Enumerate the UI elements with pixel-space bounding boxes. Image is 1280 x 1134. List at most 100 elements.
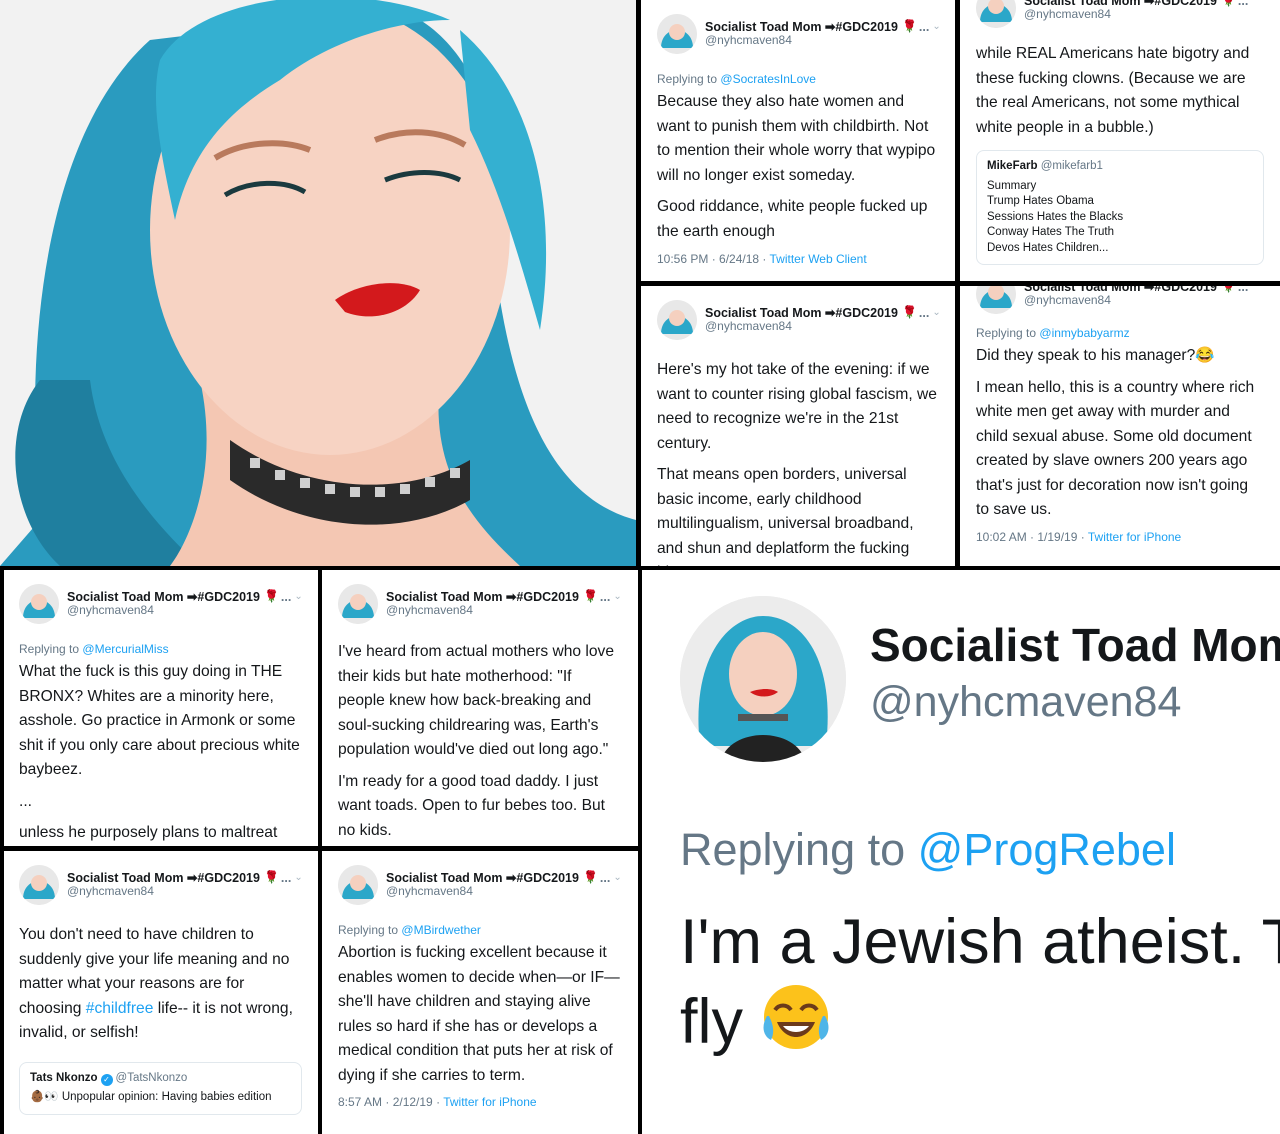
avatar[interactable] (657, 14, 697, 54)
name-suffix: #GDC2019 (835, 305, 898, 320)
handle[interactable]: @nyhcmaven84 (1024, 293, 1248, 308)
rose-icon: 🌹 (582, 870, 598, 885)
tweet-header: Socialist Toad Mom ➡ #GDC2019 🌹... ⌄ @nyhcm… (657, 12, 941, 56)
tweet-card: Socialist Toad Mom ➡ #GDC2019 🌹... @nyhcma… (960, 286, 1280, 566)
chevron-down-icon[interactable]: ⌄ (932, 21, 940, 33)
tweet-text: Abortion is fucking excellent because it… (338, 944, 620, 1084)
portrait-photo (0, 0, 636, 566)
avatar[interactable] (976, 0, 1016, 28)
chevron-down-icon[interactable]: ⌄ (613, 872, 621, 884)
tweet-card: Socialist Toad Mom ➡ #GDC2019 🌹... ⌄ @nyhcm… (641, 0, 955, 281)
client-link[interactable]: Twitter for iPhone (443, 1095, 536, 1109)
tweet-header: Socialist Toad Mom ➡ #GDC2019 🌹... ⌄ @nyhcm… (19, 582, 303, 626)
tweet-text: while REAL Americans hate bigotry and th… (976, 45, 1250, 136)
tweet-text: Here's my hot take of the evening: if we… (657, 361, 937, 566)
reply-mention-link[interactable]: @ProgRebel (918, 824, 1176, 875)
tweet-header: Socialist Toad Mom ➡ #GDC2019 🌹... ⌄ @nyhcm… (338, 582, 622, 626)
quoted-tweet[interactable]: MikeFarb @mikefarb1 Summary Trump Hates … (976, 150, 1264, 265)
chevron-down-icon[interactable]: ⌄ (294, 591, 302, 603)
tweet-card: Socialist Toad Mom ➡ #GDC2019 🌹... ⌄ @nyhcm… (4, 570, 318, 846)
avatar[interactable] (338, 865, 378, 905)
soon-arrow-icon: ➡ (183, 589, 198, 604)
hashtag-link[interactable]: #childfree (86, 1000, 154, 1017)
name-suffix: #GDC2019 (835, 19, 898, 34)
soon-arrow-icon: ➡ (1140, 286, 1155, 294)
tweet-header: Socialist Toad Mom ➡ #GDC2019 🌹... ⌄ @nyhcm… (338, 863, 622, 907)
reply-mention-link[interactable]: @MercurialMiss (82, 642, 168, 656)
replying-to: Replying to @MercurialMiss (19, 642, 169, 656)
avatar[interactable] (976, 286, 1016, 314)
tweet-text: What the fuck is this guy doing in THE B… (19, 663, 300, 841)
client-link[interactable]: Twitter for iPhone (1088, 530, 1181, 544)
handle[interactable]: @nyhcmaven84 (705, 319, 939, 334)
name-suffix: #GDC2019 (516, 589, 579, 604)
soon-arrow-icon: ➡ (502, 870, 517, 885)
rose-icon: 🌹 (263, 870, 279, 885)
tweet-card: Socialist Toad Mom ➡ #GDC2019 🌹... ⌄ @nyhcm… (641, 286, 955, 566)
handle[interactable]: @nyhcmaven84 (67, 603, 302, 618)
tweet-card: Socialist Toad Mom ➡ #GDC2019 🌹... ⌄ @nyhcm… (322, 570, 638, 846)
tweet-meta: 8:57 AM · 2/12/19 · Twitter for iPhone (338, 1095, 537, 1109)
avatar[interactable] (338, 584, 378, 624)
tweet-text: You don't need to have children to sudde… (19, 926, 293, 1041)
avatar[interactable] (19, 865, 59, 905)
handle[interactable]: @nyhcmaven84 (870, 678, 1181, 727)
soon-arrow-icon: ➡ (821, 305, 836, 320)
tweet-text: I've heard from actual mothers who love … (338, 643, 614, 839)
soon-arrow-icon: ➡ (502, 589, 517, 604)
chevron-down-icon[interactable]: ⌄ (613, 591, 621, 603)
rose-icon: 🌹 (582, 589, 598, 604)
avatar[interactable] (19, 584, 59, 624)
name-suffix: #GDC2019 (516, 870, 579, 885)
handle[interactable]: @nyhcmaven84 (67, 884, 302, 899)
rose-icon: 🌹 (901, 19, 917, 34)
tweet-header: Socialist Toad Mom ➡ #GDC2019 🌹... @nyhcma… (976, 0, 1264, 30)
soon-arrow-icon: ➡ (1140, 0, 1155, 8)
quoted-tweet[interactable]: Tats Nkonzo ✓ @TatsNkonzo 👶🏾👀 Unpopular op… (19, 1061, 302, 1115)
tweet-meta: 10:02 AM · 1/19/19 · Twitter for iPhone (976, 529, 1182, 544)
replying-to: Replying to @inmybabyarmz (976, 326, 1130, 340)
zoomed-tweet-panel: Socialist Toad Mom @nyhcmaven84 Replying… (642, 570, 1280, 1134)
tweet-card: Socialist Toad Mom ➡ #GDC2019 🌹... ⌄ @nyhcm… (4, 851, 318, 1134)
rose-icon: 🌹 (1220, 286, 1236, 294)
handle[interactable]: @nyhcmaven84 (386, 884, 622, 899)
handle[interactable]: @nyhcmaven84 (386, 603, 622, 618)
tweet-card: Socialist Toad Mom ➡ #GDC2019 🌹... @nyhcma… (960, 0, 1280, 281)
display-name[interactable]: Socialist Toad Mom (705, 20, 821, 34)
tweet-header: Socialist Toad Mom ➡ #GDC2019 🌹... ⌄ @nyhcm… (657, 298, 941, 342)
reply-mention-link[interactable]: @MBirdwether (401, 923, 481, 937)
display-name[interactable]: Socialist Toad Mom (67, 590, 183, 604)
rose-icon: 🌹 (901, 305, 917, 320)
tweet-header: Socialist Toad Mom ➡ #GDC2019 🌹... ⌄ @nyhcm… (19, 863, 303, 907)
avatar[interactable] (657, 300, 697, 340)
name-suffix: #GDC2019 (1154, 286, 1217, 294)
tweet-text: Did they speak to his manager?😂 I mean h… (976, 347, 1255, 518)
soon-arrow-icon: ➡ (821, 19, 836, 34)
tweet-meta: 10:56 PM · 6/24/18 · Twitter Web Client (657, 252, 867, 266)
handle[interactable]: @nyhcmaven84 (705, 33, 939, 48)
reply-mention-link[interactable]: @SocratesInLove (720, 72, 816, 86)
display-name[interactable]: Socialist Toad Mom (67, 871, 183, 885)
client-link[interactable]: Twitter Web Client (770, 252, 867, 266)
chevron-down-icon[interactable]: ⌄ (932, 307, 940, 319)
name-suffix: #GDC2019 (197, 870, 260, 885)
avatar[interactable] (680, 596, 846, 762)
handle[interactable]: @nyhcmaven84 (1024, 7, 1248, 22)
joy-face-emoji (761, 982, 831, 1071)
verified-icon: ✓ (100, 1073, 113, 1086)
display-name[interactable]: Socialist Toad Mom (705, 306, 821, 320)
replying-to: Replying to @SocratesInLove (657, 72, 816, 86)
tweet-text: Because they also hate women and want to… (657, 93, 936, 240)
chevron-down-icon[interactable]: ⌄ (294, 872, 302, 884)
profile-photo-panel (0, 0, 636, 566)
name-suffix: #GDC2019 (197, 589, 260, 604)
tweet-card: Socialist Toad Mom ➡ #GDC2019 🌹... ⌄ @nyhcm… (322, 851, 638, 1134)
display-name[interactable]: Socialist Toad Mom (386, 871, 502, 885)
name-suffix: #GDC2019 (1154, 0, 1217, 8)
soon-arrow-icon: ➡ (183, 870, 198, 885)
reply-mention-link[interactable]: @inmybabyarmz (1039, 326, 1129, 340)
display-name[interactable]: Socialist Toad Mom (386, 590, 502, 604)
replying-to: Replying to @ProgRebel (680, 824, 1176, 875)
rose-icon: 🌹 (1220, 0, 1236, 8)
display-name[interactable]: Socialist Toad Mom (870, 618, 1280, 672)
